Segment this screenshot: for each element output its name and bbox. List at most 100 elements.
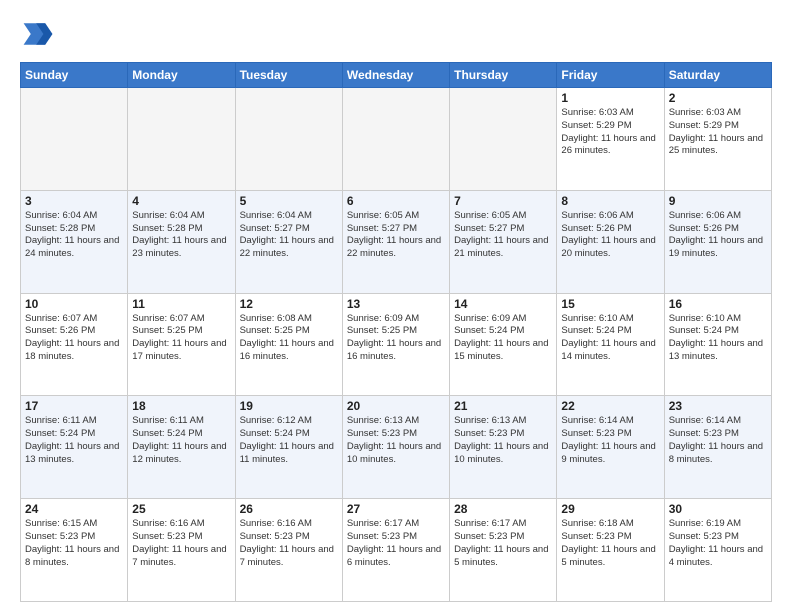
day-cell: 7 Sunrise: 6:05 AM Sunset: 5:27 PM Daylig… <box>450 190 557 293</box>
day-cell: 8 Sunrise: 6:06 AM Sunset: 5:26 PM Daylig… <box>557 190 664 293</box>
day-info: Sunrise: 6:04 AM Sunset: 5:28 PM Dayligh… <box>25 210 123 261</box>
day-number: 8 <box>561 194 659 208</box>
day-number: 22 <box>561 399 659 413</box>
day-info: Sunrise: 6:16 AM Sunset: 5:23 PM Dayligh… <box>132 518 230 569</box>
day-number: 23 <box>669 399 767 413</box>
day-cell <box>128 88 235 191</box>
day-info: Sunrise: 6:05 AM Sunset: 5:27 PM Dayligh… <box>454 210 552 261</box>
day-cell: 24 Sunrise: 6:15 AM Sunset: 5:23 PM Dayli… <box>21 499 128 602</box>
day-cell: 16Sunrise: 6:10 AM Sunset: 5:24 PM Dayli… <box>664 293 771 396</box>
day-info: Sunrise: 6:08 AM Sunset: 5:25 PM Dayligh… <box>240 313 338 364</box>
weekday-saturday: Saturday <box>664 63 771 88</box>
calendar-body: 1 Sunrise: 6:03 AM Sunset: 5:29 PM Daylig… <box>21 88 772 602</box>
day-info: Sunrise: 6:10 AM Sunset: 5:24 PM Dayligh… <box>561 313 659 364</box>
day-info: Sunrise: 6:13 AM Sunset: 5:23 PM Dayligh… <box>347 415 445 466</box>
day-number: 6 <box>347 194 445 208</box>
day-cell: 10Sunrise: 6:07 AM Sunset: 5:26 PM Dayli… <box>21 293 128 396</box>
page: SundayMondayTuesdayWednesdayThursdayFrid… <box>0 0 792 612</box>
day-number: 2 <box>669 91 767 105</box>
day-number: 28 <box>454 502 552 516</box>
day-cell: 29 Sunrise: 6:18 AM Sunset: 5:23 PM Dayli… <box>557 499 664 602</box>
logo-icon <box>20 16 56 52</box>
day-info: Sunrise: 6:11 AM Sunset: 5:24 PM Dayligh… <box>132 415 230 466</box>
calendar-header: SundayMondayTuesdayWednesdayThursdayFrid… <box>21 63 772 88</box>
day-number: 26 <box>240 502 338 516</box>
day-cell: 12 Sunrise: 6:08 AM Sunset: 5:25 PM Dayli… <box>235 293 342 396</box>
day-number: 4 <box>132 194 230 208</box>
weekday-monday: Monday <box>128 63 235 88</box>
weekday-friday: Friday <box>557 63 664 88</box>
day-number: 20 <box>347 399 445 413</box>
week-row-3: 10Sunrise: 6:07 AM Sunset: 5:26 PM Dayli… <box>21 293 772 396</box>
day-cell <box>342 88 449 191</box>
week-row-1: 1 Sunrise: 6:03 AM Sunset: 5:29 PM Daylig… <box>21 88 772 191</box>
day-number: 3 <box>25 194 123 208</box>
day-cell: 30 Sunrise: 6:19 AM Sunset: 5:23 PM Dayli… <box>664 499 771 602</box>
day-cell: 4 Sunrise: 6:04 AM Sunset: 5:28 PM Daylig… <box>128 190 235 293</box>
day-cell: 13 Sunrise: 6:09 AM Sunset: 5:25 PM Dayli… <box>342 293 449 396</box>
day-number: 5 <box>240 194 338 208</box>
header <box>20 16 772 52</box>
day-info: Sunrise: 6:09 AM Sunset: 5:24 PM Dayligh… <box>454 313 552 364</box>
day-number: 10 <box>25 297 123 311</box>
weekday-tuesday: Tuesday <box>235 63 342 88</box>
calendar: SundayMondayTuesdayWednesdayThursdayFrid… <box>20 62 772 602</box>
day-info: Sunrise: 6:04 AM Sunset: 5:27 PM Dayligh… <box>240 210 338 261</box>
day-cell: 28Sunrise: 6:17 AM Sunset: 5:23 PM Dayli… <box>450 499 557 602</box>
day-info: Sunrise: 6:04 AM Sunset: 5:28 PM Dayligh… <box>132 210 230 261</box>
day-number: 7 <box>454 194 552 208</box>
day-number: 1 <box>561 91 659 105</box>
day-number: 29 <box>561 502 659 516</box>
weekday-header-row: SundayMondayTuesdayWednesdayThursdayFrid… <box>21 63 772 88</box>
day-number: 16 <box>669 297 767 311</box>
day-info: Sunrise: 6:14 AM Sunset: 5:23 PM Dayligh… <box>561 415 659 466</box>
day-number: 15 <box>561 297 659 311</box>
day-cell: 21 Sunrise: 6:13 AM Sunset: 5:23 PM Dayli… <box>450 396 557 499</box>
day-number: 27 <box>347 502 445 516</box>
day-cell: 2 Sunrise: 6:03 AM Sunset: 5:29 PM Daylig… <box>664 88 771 191</box>
day-cell: 11Sunrise: 6:07 AM Sunset: 5:25 PM Dayli… <box>128 293 235 396</box>
day-info: Sunrise: 6:17 AM Sunset: 5:23 PM Dayligh… <box>347 518 445 569</box>
day-number: 13 <box>347 297 445 311</box>
day-info: Sunrise: 6:18 AM Sunset: 5:23 PM Dayligh… <box>561 518 659 569</box>
day-cell: 5 Sunrise: 6:04 AM Sunset: 5:27 PM Daylig… <box>235 190 342 293</box>
day-cell: 20 Sunrise: 6:13 AM Sunset: 5:23 PM Dayli… <box>342 396 449 499</box>
day-info: Sunrise: 6:09 AM Sunset: 5:25 PM Dayligh… <box>347 313 445 364</box>
day-info: Sunrise: 6:12 AM Sunset: 5:24 PM Dayligh… <box>240 415 338 466</box>
day-number: 12 <box>240 297 338 311</box>
day-number: 9 <box>669 194 767 208</box>
day-cell: 6Sunrise: 6:05 AM Sunset: 5:27 PM Daylig… <box>342 190 449 293</box>
day-number: 17 <box>25 399 123 413</box>
day-info: Sunrise: 6:06 AM Sunset: 5:26 PM Dayligh… <box>561 210 659 261</box>
day-cell <box>450 88 557 191</box>
day-number: 14 <box>454 297 552 311</box>
day-number: 21 <box>454 399 552 413</box>
weekday-thursday: Thursday <box>450 63 557 88</box>
day-number: 30 <box>669 502 767 516</box>
day-cell: 25 Sunrise: 6:16 AM Sunset: 5:23 PM Dayli… <box>128 499 235 602</box>
day-cell: 19Sunrise: 6:12 AM Sunset: 5:24 PM Dayli… <box>235 396 342 499</box>
day-number: 25 <box>132 502 230 516</box>
day-cell: 3 Sunrise: 6:04 AM Sunset: 5:28 PM Daylig… <box>21 190 128 293</box>
day-cell: 1 Sunrise: 6:03 AM Sunset: 5:29 PM Daylig… <box>557 88 664 191</box>
week-row-5: 24 Sunrise: 6:15 AM Sunset: 5:23 PM Dayli… <box>21 499 772 602</box>
day-info: Sunrise: 6:19 AM Sunset: 5:23 PM Dayligh… <box>669 518 767 569</box>
day-info: Sunrise: 6:13 AM Sunset: 5:23 PM Dayligh… <box>454 415 552 466</box>
day-cell <box>235 88 342 191</box>
day-info: Sunrise: 6:11 AM Sunset: 5:24 PM Dayligh… <box>25 415 123 466</box>
weekday-sunday: Sunday <box>21 63 128 88</box>
day-cell: 18 Sunrise: 6:11 AM Sunset: 5:24 PM Dayli… <box>128 396 235 499</box>
day-info: Sunrise: 6:03 AM Sunset: 5:29 PM Dayligh… <box>561 107 659 158</box>
day-cell: 27 Sunrise: 6:17 AM Sunset: 5:23 PM Dayli… <box>342 499 449 602</box>
day-info: Sunrise: 6:06 AM Sunset: 5:26 PM Dayligh… <box>669 210 767 261</box>
weekday-wednesday: Wednesday <box>342 63 449 88</box>
day-number: 18 <box>132 399 230 413</box>
week-row-4: 17 Sunrise: 6:11 AM Sunset: 5:24 PM Dayli… <box>21 396 772 499</box>
day-info: Sunrise: 6:15 AM Sunset: 5:23 PM Dayligh… <box>25 518 123 569</box>
day-info: Sunrise: 6:03 AM Sunset: 5:29 PM Dayligh… <box>669 107 767 158</box>
day-info: Sunrise: 6:07 AM Sunset: 5:25 PM Dayligh… <box>132 313 230 364</box>
day-info: Sunrise: 6:14 AM Sunset: 5:23 PM Dayligh… <box>669 415 767 466</box>
day-cell: 14 Sunrise: 6:09 AM Sunset: 5:24 PM Dayli… <box>450 293 557 396</box>
day-info: Sunrise: 6:16 AM Sunset: 5:23 PM Dayligh… <box>240 518 338 569</box>
day-number: 24 <box>25 502 123 516</box>
